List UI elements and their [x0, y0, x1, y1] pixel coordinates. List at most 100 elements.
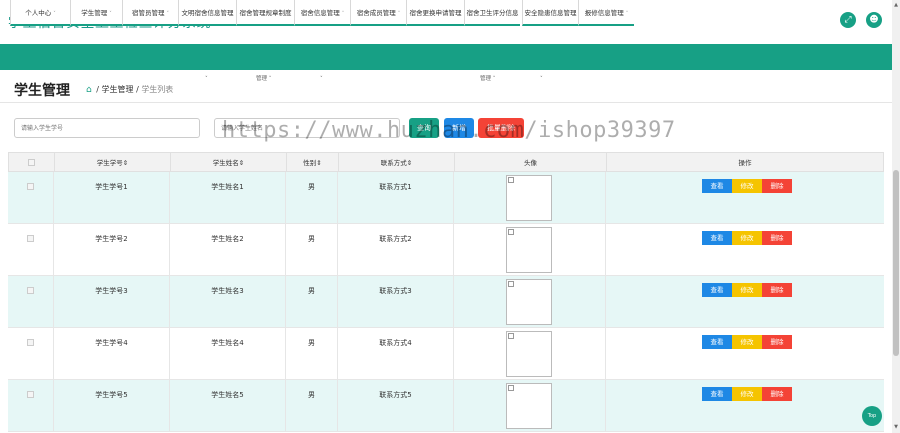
- delete-button[interactable]: 删除: [762, 179, 792, 193]
- select-cell: [8, 328, 54, 380]
- edit-button[interactable]: 修改: [732, 387, 762, 401]
- add-button[interactable]: 新增: [444, 118, 474, 138]
- view-button[interactable]: 查看: [702, 231, 732, 245]
- scroll-down-icon[interactable]: ▼: [893, 424, 899, 430]
- edit-button[interactable]: 修改: [732, 335, 762, 349]
- row-checkbox[interactable]: [27, 235, 34, 242]
- view-button[interactable]: 查看: [702, 387, 732, 401]
- student-name-cell-text: 学生姓名3: [211, 287, 244, 295]
- delete-button[interactable]: 删除: [762, 231, 792, 245]
- nav-item-wrap-label: 管理 ˅: [256, 76, 272, 82]
- gender-cell-text: 男: [308, 287, 315, 295]
- student-name-cell-text: 学生姓名4: [211, 339, 244, 347]
- nav-item[interactable]: 学生管理 ˅: [70, 0, 122, 26]
- student-name-cell: 学生姓名4: [170, 328, 286, 380]
- nav-item-label: 宿舍成员管理: [356, 9, 396, 17]
- chevron-down-icon: ˅: [166, 11, 170, 17]
- student-name-search-input[interactable]: [214, 118, 400, 138]
- home-icon[interactable]: ⌂: [86, 85, 92, 95]
- chevron-down-icon: ˅: [53, 11, 56, 17]
- select-all-checkbox[interactable]: [28, 159, 35, 166]
- avatar: [506, 227, 552, 273]
- actions-cell: 查看 修改 删除: [606, 328, 882, 380]
- chevron-down-icon: ˅: [625, 11, 629, 17]
- table-row[interactable]: 学生学号3 学生姓名3 男 联系方式3 查看 修改 删除: [8, 276, 884, 328]
- col-header-sname[interactable]: 学生姓名⇕: [171, 153, 287, 173]
- gender-cell: 男: [286, 380, 338, 432]
- nav-item[interactable]: 宿舍成员管理 ˅: [350, 0, 406, 26]
- nav-item-label: 宿舍卫生评分信息: [466, 9, 519, 17]
- chevron-down-icon: ˅: [109, 11, 112, 17]
- delete-button[interactable]: 删除: [762, 283, 792, 297]
- avatar-cell: [454, 224, 606, 276]
- nav-item[interactable]: 宿舍信息管理 ˅: [294, 0, 350, 26]
- student-no-search-input[interactable]: [14, 118, 200, 138]
- actions-cell: 查看 修改 删除: [606, 224, 882, 276]
- col-header-avatar: 头像: [455, 153, 607, 173]
- fullscreen-icon[interactable]: ⤢: [840, 12, 856, 28]
- edit-button[interactable]: 修改: [732, 179, 762, 193]
- row-checkbox[interactable]: [27, 183, 34, 190]
- gender-cell-text: 男: [308, 339, 315, 347]
- student-no-cell-text: 学生学号5: [95, 391, 128, 399]
- table-row[interactable]: 学生学号1 学生姓名1 男 联系方式1 查看 修改 删除: [8, 172, 884, 224]
- nav-item[interactable]: 宿舍管理规章制度: [236, 0, 294, 26]
- student-no-cell: 学生学号1: [54, 172, 170, 224]
- table-row[interactable]: 学生学号2 学生姓名2 男 联系方式2 查看 修改 删除: [8, 224, 884, 276]
- student-name-cell-text: 学生姓名5: [211, 391, 244, 399]
- col-header-contact[interactable]: 联系方式⇕: [339, 153, 455, 173]
- student-name-cell: 学生姓名3: [170, 276, 286, 328]
- breadcrumb-sep: /: [136, 85, 139, 94]
- student-name-cell-text: 学生姓名2: [211, 235, 244, 243]
- student-name-cell: 学生姓名5: [170, 380, 286, 432]
- nav-item[interactable]: 宿管员管理 ˅: [122, 0, 178, 26]
- nav-item[interactable]: 个人中心 ˅: [10, 0, 70, 26]
- row-checkbox[interactable]: [27, 339, 34, 346]
- table-row[interactable]: 学生学号4 学生姓名4 男 联系方式4 查看 修改 删除: [8, 328, 884, 380]
- actions-cell: 查看 修改 删除: [606, 276, 882, 328]
- breadcrumb-item-student-mgmt[interactable]: 学生管理: [102, 85, 134, 94]
- student-no-cell-text: 学生学号3: [95, 287, 128, 295]
- scroll-thumb[interactable]: [893, 170, 899, 356]
- table-row[interactable]: 学生学号5 学生姓名5 男 联系方式5 查看 修改 删除: [8, 380, 884, 432]
- scroll-up-icon[interactable]: ▲: [893, 2, 899, 8]
- scrollbar[interactable]: ▲ ▼: [892, 0, 900, 433]
- gender-cell: 男: [286, 328, 338, 380]
- nav-item-label: 文明宿舍信息管理: [181, 9, 234, 17]
- student-name-cell: 学生姓名2: [170, 224, 286, 276]
- delete-button[interactable]: 删除: [762, 387, 792, 401]
- nav-item[interactable]: 文明宿舍信息管理: [178, 0, 236, 26]
- edit-button[interactable]: 修改: [732, 283, 762, 297]
- edit-button[interactable]: 修改: [732, 231, 762, 245]
- avatar: [506, 175, 552, 221]
- row-checkbox[interactable]: [27, 391, 34, 398]
- nav-item[interactable]: 宿舍更换申请管理: [406, 0, 464, 26]
- back-to-top-button[interactable]: Top: [862, 406, 882, 426]
- nav-item[interactable]: 宿舍卫生评分信息: [464, 0, 520, 26]
- user-icon[interactable]: ☻: [866, 12, 882, 28]
- nav-item[interactable]: 安全隐患信息管理: [522, 0, 578, 26]
- search-button[interactable]: 查询: [409, 118, 439, 138]
- contact-cell-text: 联系方式4: [379, 339, 412, 347]
- avatar: [506, 331, 552, 377]
- nav-item-wrap-label: ˅: [320, 76, 323, 82]
- avatar-cell: [454, 328, 606, 380]
- view-button[interactable]: 查看: [702, 283, 732, 297]
- contact-cell: 联系方式2: [338, 224, 454, 276]
- delete-button[interactable]: 删除: [762, 335, 792, 349]
- avatar: [506, 383, 552, 429]
- student-no-cell: 学生学号2: [54, 224, 170, 276]
- batch-delete-button[interactable]: 批量删除: [478, 118, 524, 138]
- col-header-gender[interactable]: 性别⇕: [287, 153, 339, 173]
- select-cell: [8, 276, 54, 328]
- nav-item[interactable]: 报修信息管理 ˅: [578, 0, 634, 26]
- nav-item-label: 宿舍信息管理: [300, 9, 340, 17]
- view-button[interactable]: 查看: [702, 179, 732, 193]
- row-checkbox[interactable]: [27, 287, 34, 294]
- select-cell: [8, 380, 54, 432]
- gender-cell-text: 男: [308, 183, 315, 191]
- chevron-down-icon: ˅: [341, 11, 345, 17]
- col-header-sno[interactable]: 学生学号⇕: [55, 153, 171, 173]
- view-button[interactable]: 查看: [702, 335, 732, 349]
- student-no-cell-text: 学生学号2: [95, 235, 128, 243]
